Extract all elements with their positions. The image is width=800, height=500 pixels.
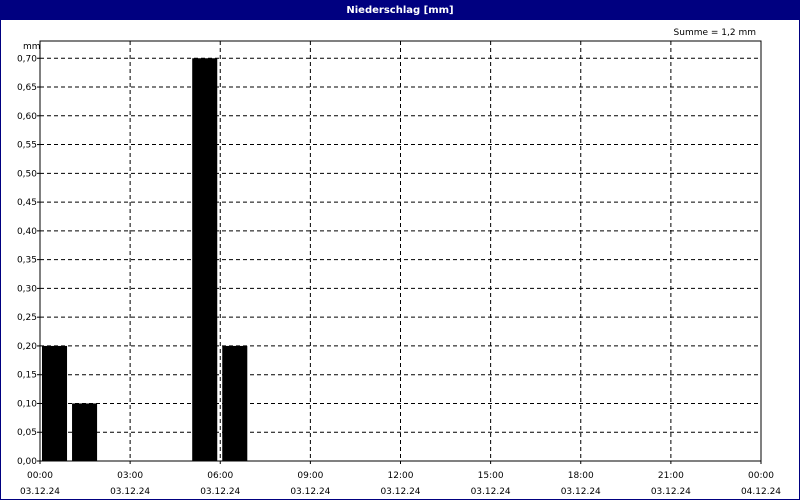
- y-tick-label: 0,50: [17, 169, 37, 179]
- precipitation-bar: [192, 58, 218, 461]
- y-tick-label: 0,15: [17, 371, 37, 381]
- precipitation-chart: Summe = 1,2 mm mm 0,00 0,05 0,10 0,15 0,20 0,…: [17, 28, 781, 497]
- x-tick-time-label: 00:00: [748, 471, 774, 481]
- sum-label: Summe = 1,2 mm: [674, 28, 756, 38]
- x-tick-time-label: 06:00: [207, 471, 233, 481]
- precipitation-bar: [222, 345, 248, 461]
- y-tick-label: 0,30: [17, 284, 37, 294]
- x-tick-date-label: 03.12.24: [561, 487, 601, 497]
- y-tick-label: 0,70: [17, 54, 37, 64]
- x-tick-date-label: 03.12.24: [200, 487, 240, 497]
- y-tick-label: 0,45: [17, 198, 37, 208]
- x-tick-time-label: 21:00: [658, 471, 684, 481]
- x-tick-date-label: 03.12.24: [471, 487, 511, 497]
- x-tick-time-label: 00:00: [27, 471, 53, 481]
- y-tick-label: 0,55: [17, 141, 37, 151]
- x-tick-date-label: 03.12.24: [651, 487, 691, 497]
- y-tick-label: 0,25: [17, 313, 37, 323]
- x-tick-date-label: 03.12.24: [110, 487, 150, 497]
- y-tick-label: 0,65: [17, 83, 37, 93]
- x-tick-date-label: 03.12.24: [20, 487, 60, 497]
- x-tick-date-label: 03.12.24: [380, 487, 420, 497]
- y-tick-label: 0,05: [17, 428, 37, 438]
- precipitation-bar: [72, 403, 98, 461]
- x-tick-time-label: 12:00: [388, 471, 414, 481]
- x-tick-date-label: 03.12.24: [290, 487, 330, 497]
- y-tick-label: 0,10: [17, 399, 37, 409]
- y-axis-label: mm: [23, 42, 41, 52]
- x-tick-time-label: 18:00: [568, 471, 594, 481]
- y-tick-label: 0,20: [17, 342, 37, 352]
- y-tick-label: 0,00: [17, 457, 37, 467]
- x-tick-date-label: 04.12.24: [741, 487, 781, 497]
- y-tick-label: 0,40: [17, 227, 37, 237]
- y-tick-label: 0,60: [17, 112, 37, 122]
- precipitation-bar: [42, 345, 68, 461]
- x-tick-time-label: 03:00: [117, 471, 143, 481]
- y-tick-label: 0,35: [17, 256, 37, 266]
- chart-window: Niederschlag [mm] Summe = 1,2 mm mm 0,00…: [0, 0, 800, 500]
- x-tick-time-label: 15:00: [478, 471, 504, 481]
- window-title: Niederschlag [mm]: [1, 1, 799, 20]
- x-tick-time-label: 09:00: [297, 471, 323, 481]
